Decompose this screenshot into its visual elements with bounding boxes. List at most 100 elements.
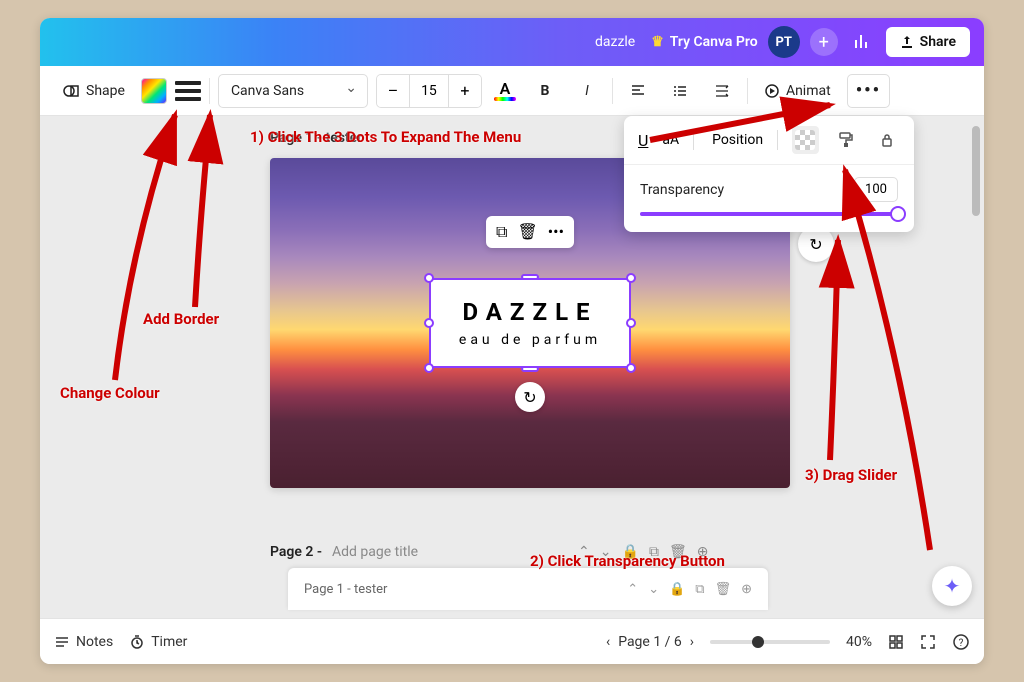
transparency-slider[interactable]: [640, 212, 898, 216]
analytics-button[interactable]: [848, 28, 876, 56]
font-size-stepper: – 15 +: [376, 74, 482, 108]
selected-text-element[interactable]: DAZZLE eau de parfum ↻: [429, 278, 631, 368]
resize-handle[interactable]: [424, 273, 434, 283]
duplicate-icon[interactable]: ⧉: [496, 222, 507, 242]
font-size-value[interactable]: 15: [409, 75, 449, 107]
duplicate-icon[interactable]: ⧉: [649, 544, 659, 560]
try-pro-label: Try Canva Pro: [670, 34, 758, 50]
border-style-button[interactable]: [175, 78, 201, 104]
list-icon: [672, 83, 688, 99]
duplicate-icon[interactable]: ⧉: [695, 582, 704, 597]
editor-footer: Notes Timer ‹ Page 1 / 6 › 40% ?: [40, 618, 984, 664]
lock-icon[interactable]: 🔒: [622, 544, 639, 560]
upload-icon: [900, 35, 914, 49]
font-family-value: Canva Sans: [231, 83, 304, 99]
font-family-select[interactable]: Canva Sans: [218, 74, 368, 108]
zoom-slider-thumb[interactable]: [752, 636, 764, 648]
align-icon: [630, 83, 646, 99]
text-color-icon: A: [500, 81, 511, 97]
paint-button[interactable]: [833, 126, 860, 154]
rotate-handle[interactable]: ↻: [515, 382, 545, 412]
page-2-thumbnail-strip: Page 1 - tester ⌃ ⌄ 🔒 ⧉ 🗑 ⊕: [288, 568, 768, 610]
resize-handle[interactable]: [424, 318, 434, 328]
add-page-icon[interactable]: ⊕: [697, 544, 709, 560]
shape-icon: [62, 82, 80, 100]
spacing-button[interactable]: [705, 74, 739, 108]
prev-page-button[interactable]: ‹: [606, 634, 610, 650]
chevron-down-icon[interactable]: ⌄: [648, 582, 659, 597]
transparency-slider-thumb[interactable]: [890, 206, 906, 222]
transparency-value[interactable]: 100: [854, 177, 898, 202]
trash-icon[interactable]: 🗑: [715, 582, 732, 597]
italic-button[interactable]: I: [570, 74, 604, 108]
trash-icon[interactable]: 🗑: [517, 222, 537, 242]
font-size-increase[interactable]: +: [449, 75, 481, 107]
spacing-icon: [714, 83, 730, 99]
more-options-button[interactable]: •••: [847, 74, 890, 108]
transparency-button[interactable]: [792, 126, 819, 154]
page-1-header: Page 1 - tester ⌃: [270, 130, 664, 146]
list-button[interactable]: [663, 74, 697, 108]
element-more-icon[interactable]: •••: [548, 222, 564, 242]
chevron-down-icon[interactable]: ⌄: [600, 544, 612, 560]
editor-toolbar: Shape Canva Sans – 15 + A B I: [40, 66, 984, 116]
separator: [612, 78, 613, 104]
color-picker-button[interactable]: [141, 78, 167, 104]
resize-handle[interactable]: [521, 274, 539, 280]
bar-chart-icon: [853, 33, 871, 51]
magic-button[interactable]: ✦: [932, 566, 972, 606]
resize-handle[interactable]: [521, 366, 539, 372]
text-element-title: DAZZLE: [459, 298, 601, 326]
chevron-up-icon[interactable]: ⌃: [578, 544, 590, 560]
page-2-label: Page 2 -: [270, 544, 322, 560]
bold-button[interactable]: B: [528, 74, 562, 108]
trash-icon[interactable]: 🗑: [669, 544, 687, 560]
text-element-subtitle: eau de parfum: [459, 332, 601, 348]
next-page-button[interactable]: ›: [690, 634, 694, 650]
page-counter: Page 1 / 6: [618, 634, 682, 650]
add-page-icon[interactable]: ⊕: [741, 582, 752, 597]
share-button[interactable]: Share: [886, 27, 970, 57]
zoom-slider[interactable]: [710, 640, 830, 644]
element-floating-toolbar: ⧉ 🗑 •••: [486, 216, 574, 248]
app-header: dazzle ♛ Try Canva Pro PT + Share: [40, 18, 984, 66]
resize-handle[interactable]: [424, 363, 434, 373]
zoom-value: 40%: [846, 634, 872, 650]
font-size-decrease[interactable]: –: [377, 75, 409, 107]
vertical-scrollbar[interactable]: [972, 126, 980, 608]
notes-button[interactable]: Notes: [54, 634, 113, 650]
avatar[interactable]: PT: [768, 26, 800, 58]
lock-button[interactable]: [873, 126, 900, 154]
add-member-button[interactable]: +: [810, 28, 838, 56]
separator: [209, 78, 210, 104]
svg-text:?: ?: [959, 638, 964, 649]
shape-button[interactable]: Shape: [54, 74, 133, 108]
resize-handle[interactable]: [626, 318, 636, 328]
underline-button[interactable]: U: [638, 131, 648, 150]
paint-roller-icon: [837, 131, 855, 149]
uppercase-button[interactable]: aA: [662, 132, 679, 148]
text-color-button[interactable]: A: [490, 81, 520, 101]
fullscreen-button[interactable]: [920, 634, 936, 650]
chevron-up-icon[interactable]: ⌃: [627, 582, 638, 597]
grid-view-button[interactable]: [888, 634, 904, 650]
position-button[interactable]: Position: [712, 132, 763, 148]
lock-icon: [879, 132, 895, 148]
align-button[interactable]: [621, 74, 655, 108]
animate-button[interactable]: Animat: [756, 74, 839, 108]
transparency-icon: [795, 130, 815, 150]
resize-handle[interactable]: [626, 273, 636, 283]
try-pro-button[interactable]: ♛ Try Canva Pro: [651, 34, 757, 50]
clock-icon: [129, 634, 145, 650]
lock-icon[interactable]: 🔒: [669, 582, 685, 597]
expanded-toolbar-popover: U aA Position Transparency 100: [624, 116, 914, 232]
crown-icon: ♛: [651, 34, 664, 50]
resize-handle[interactable]: [626, 363, 636, 373]
timer-button[interactable]: Timer: [129, 634, 187, 650]
separator: [747, 78, 748, 104]
page-1-label: Page 1 - tester: [270, 130, 362, 146]
timer-label: Timer: [151, 634, 187, 650]
grid-icon: [888, 634, 904, 650]
help-button[interactable]: ?: [952, 633, 970, 651]
page-2-title-input[interactable]: Add page title: [332, 544, 418, 560]
